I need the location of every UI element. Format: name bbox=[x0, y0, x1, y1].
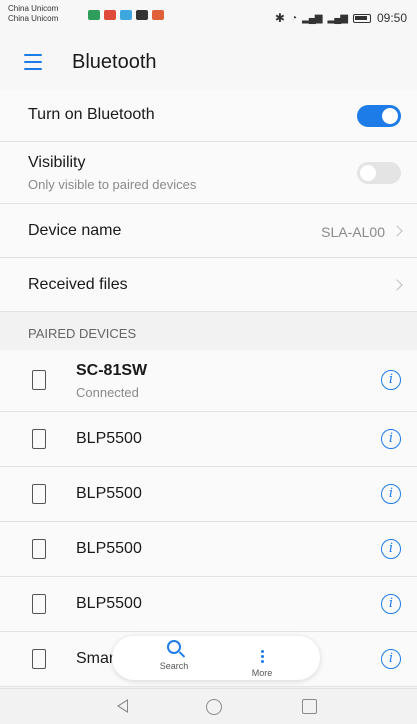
bottom-action-bar: Search More bbox=[112, 636, 320, 680]
phone-icon bbox=[32, 539, 46, 559]
recent-apps-icon[interactable] bbox=[302, 699, 317, 714]
chat-notification-icon bbox=[120, 10, 132, 20]
battery-icon bbox=[352, 13, 371, 23]
phone-icon bbox=[32, 484, 46, 504]
carrier-labels: China Unicom China Unicom bbox=[8, 4, 58, 24]
info-icon[interactable]: i bbox=[381, 429, 401, 449]
info-icon[interactable]: i bbox=[381, 594, 401, 614]
phone-icon bbox=[32, 649, 46, 669]
notification-icons bbox=[88, 10, 164, 20]
phone-icon bbox=[32, 370, 46, 390]
weibo-notification-icon bbox=[152, 10, 164, 20]
paired-device-row[interactable]: BLP5500 i bbox=[0, 467, 417, 522]
device-name: BLP5500 bbox=[76, 540, 142, 557]
phone-icon bbox=[32, 429, 46, 449]
device-name-row[interactable]: Device name SLA-AL00 bbox=[0, 204, 417, 258]
chevron-right-icon bbox=[391, 279, 403, 291]
turn-on-bluetooth-label: Turn on Bluetooth bbox=[28, 106, 155, 123]
home-icon[interactable] bbox=[206, 699, 222, 715]
bluetooth-status-icon: ✱ bbox=[274, 11, 285, 25]
visibility-label: Visibility bbox=[28, 154, 86, 171]
app-bar: Bluetooth bbox=[0, 36, 417, 90]
paired-device-row[interactable]: BLP5500 i bbox=[0, 522, 417, 577]
system-nav-bar bbox=[0, 688, 417, 724]
phone-icon bbox=[32, 594, 46, 614]
device-name-label: Device name bbox=[28, 222, 122, 239]
device-name: Smar bbox=[76, 650, 115, 667]
status-bar: China Unicom China Unicom ✱ ◔ ▂▄▆ ▂▄▆ 09… bbox=[0, 0, 417, 36]
more-button[interactable]: More bbox=[232, 640, 292, 678]
signal-icon-2: ▂▄▆ bbox=[327, 12, 348, 24]
turn-on-bluetooth-row[interactable]: Turn on Bluetooth bbox=[0, 90, 417, 142]
page-title: Bluetooth bbox=[72, 51, 157, 73]
wifi-icon: ◔ bbox=[290, 12, 297, 24]
info-icon[interactable]: i bbox=[381, 539, 401, 559]
more-icon bbox=[260, 650, 264, 666]
carrier-1: China Unicom bbox=[8, 4, 59, 13]
received-files-label: Received files bbox=[28, 276, 128, 293]
search-icon bbox=[167, 640, 181, 654]
paired-devices-header: PAIRED DEVICES bbox=[0, 312, 417, 350]
device-status: Connected bbox=[76, 385, 139, 400]
visibility-sublabel: Only visible to paired devices bbox=[28, 177, 197, 192]
visibility-toggle[interactable] bbox=[357, 162, 401, 184]
device-name-value: SLA-AL00 bbox=[321, 224, 385, 240]
mail-notification-icon bbox=[104, 10, 116, 20]
paired-device-row[interactable]: SC-81SW Connected i bbox=[0, 350, 417, 412]
chevron-right-icon bbox=[391, 225, 403, 237]
media-notification-icon bbox=[136, 10, 148, 20]
system-status: ✱ ◔ ▂▄▆ ▂▄▆ 09:50 bbox=[275, 11, 407, 25]
paired-devices-title: PAIRED DEVICES bbox=[28, 326, 137, 341]
visibility-row[interactable]: Visibility Only visible to paired device… bbox=[0, 142, 417, 204]
search-button[interactable]: Search bbox=[144, 640, 204, 671]
device-name: SC-81SW bbox=[76, 362, 148, 379]
status-time: 09:50 bbox=[376, 11, 407, 25]
more-label: More bbox=[251, 668, 273, 678]
signal-icon-1: ▂▄▆ bbox=[302, 12, 322, 24]
info-icon[interactable]: i bbox=[381, 649, 401, 669]
carrier-2: China Unicom bbox=[8, 14, 59, 23]
device-name: BLP5500 bbox=[76, 485, 142, 502]
received-files-row[interactable]: Received files bbox=[0, 258, 417, 312]
paired-device-row[interactable]: BLP5500 i bbox=[0, 412, 417, 467]
device-name: BLP5500 bbox=[76, 595, 142, 612]
app-notification-icon bbox=[88, 10, 100, 20]
search-label: Search bbox=[159, 661, 189, 671]
device-name: BLP5500 bbox=[76, 430, 142, 447]
back-icon[interactable] bbox=[117, 699, 128, 713]
menu-icon[interactable] bbox=[24, 54, 42, 70]
info-icon[interactable]: i bbox=[381, 484, 401, 504]
paired-device-row[interactable]: BLP5500 i bbox=[0, 577, 417, 632]
bluetooth-toggle[interactable] bbox=[357, 105, 401, 127]
info-icon[interactable]: i bbox=[381, 370, 401, 390]
